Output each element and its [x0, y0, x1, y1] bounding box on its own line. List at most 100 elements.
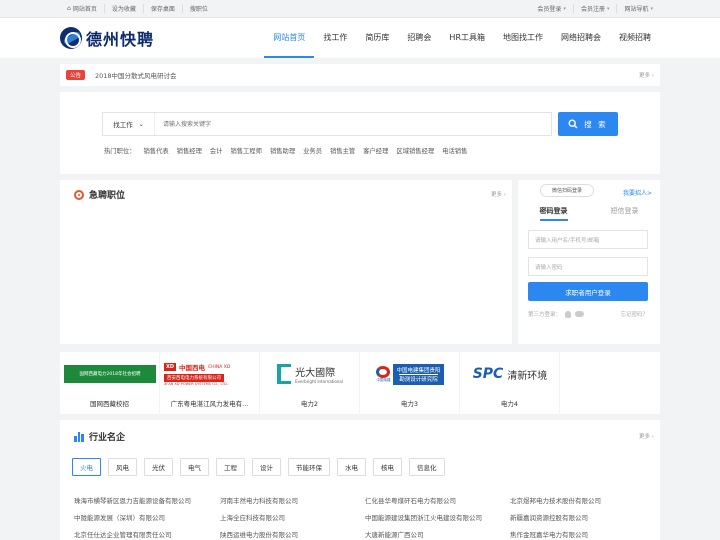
company-link[interactable]: 新疆嘉润资源控股有限公司: [510, 512, 588, 522]
tab-sms-login[interactable]: 短信登录: [611, 206, 639, 221]
search-icon: [568, 119, 578, 129]
site-nav-menu[interactable]: 网站导航 ▾: [616, 4, 660, 13]
jobseeker-login-button[interactable]: 求职者用户登录: [528, 282, 648, 301]
hot-job-link[interactable]: 销售助理: [270, 146, 295, 155]
hot-jobs-label: 热门职位：: [104, 148, 136, 155]
notice-bar: 公告 2018中国分散式风电研讨会 更多 ›: [60, 64, 660, 86]
company-link[interactable]: 北京煜邦电力技术股份有限公司: [510, 495, 601, 505]
company-name: 广东粤电湛江风力发电有...: [170, 400, 249, 408]
qr-login-button[interactable]: 微信扫码登录: [540, 184, 594, 197]
search-button[interactable]: 搜 索: [558, 112, 618, 136]
search-panel: 找工作 ⌄ 搜 索 热门职位： 销售代表 销售经理 会计 销售工程师 销售助理 …: [60, 92, 660, 174]
notice-more-link[interactable]: 更多 ›: [639, 71, 654, 79]
company-link[interactable]: 焦作金冠嘉华电力有限公司: [510, 529, 588, 539]
target-icon: [74, 189, 84, 200]
member-register-menu[interactable]: 会员注册 ▾: [572, 4, 617, 13]
company-logo: 光大國際 Everbright International: [264, 358, 356, 390]
tag-electrical[interactable]: 电气: [180, 458, 209, 476]
password-field[interactable]: 请输入密码: [528, 257, 648, 276]
company-link[interactable]: 北京任仕达企业管理有限责任公司: [74, 529, 172, 539]
qq-icon[interactable]: [565, 310, 572, 318]
company-logo: 中国电建 中国电建集团贵阳 勘测设计研究院: [364, 358, 456, 390]
tag-hydro[interactable]: 水电: [337, 458, 366, 476]
urgent-jobs-panel: 急聘职位 更多 ›: [60, 180, 512, 344]
member-login-menu[interactable]: 会员登录 ▾: [530, 4, 573, 14]
search-jobs-link[interactable]: 搜职位: [181, 4, 215, 13]
login-tabs: 密码登录 短信登录: [518, 206, 660, 221]
hot-job-link[interactable]: 电话销售: [442, 146, 467, 155]
company-card[interactable]: 光大國際 Everbright International 电力2: [260, 352, 360, 414]
company-name: 电力2: [300, 400, 319, 408]
company-card[interactable]: SPC 清新环境 电力4: [460, 352, 560, 414]
save-desktop-link[interactable]: 保存桌面: [142, 4, 182, 13]
hot-job-link[interactable]: 区域销售经理: [396, 146, 434, 155]
tag-engineering[interactable]: 工程: [216, 458, 245, 476]
notice-text[interactable]: 2018中国分散式风电研讨会: [95, 70, 177, 80]
tag-eco[interactable]: 节能环保: [288, 458, 330, 476]
company-link[interactable]: 河南丰然电力科技有限公司: [220, 495, 298, 505]
tag-solar[interactable]: 光伏: [144, 458, 173, 476]
tag-nuclear[interactable]: 核电: [373, 458, 402, 476]
company-card[interactable]: XD 中国西电 CHINA XD 西安西电电力系统有限公司 XI'AN XD P…: [160, 352, 260, 414]
main-nav: 网站首页 找工作 简历库 招聘会 HR工具箱 地图找工作 网络招聘会 视频招聘: [264, 18, 660, 58]
hot-job-link[interactable]: 会计: [210, 146, 223, 155]
tag-thermal[interactable]: 火电: [72, 458, 101, 476]
nav-resume[interactable]: 简历库: [356, 18, 398, 58]
industry-companies-panel: 行业名企 更多 › 火电 风电 光伏 电气 工程 设计 节能环保 水电 核电 信…: [60, 420, 660, 540]
urgent-more-link[interactable]: 更多 ›: [491, 190, 506, 198]
nav-home[interactable]: 网站首页: [264, 18, 315, 58]
forgot-password-link[interactable]: 忘记密码？: [620, 310, 648, 318]
tab-password-login[interactable]: 密码登录: [539, 206, 568, 221]
hot-job-link[interactable]: 客户经理: [363, 146, 388, 155]
hot-job-link[interactable]: 销售工程师: [230, 146, 261, 155]
hot-job-link[interactable]: 业务员: [303, 146, 322, 155]
company-link[interactable]: 上海全应科技有限公司: [220, 512, 285, 522]
chevron-down-icon: ▾: [650, 5, 653, 12]
company-card[interactable]: 中国电建 中国电建集团贵阳 勘测设计研究院 电力3: [360, 352, 460, 414]
tag-it[interactable]: 信息化: [409, 458, 445, 476]
nav-hr-tools[interactable]: HR工具箱: [440, 18, 494, 58]
building-icon: [74, 431, 85, 442]
logo-text: 德州快聘: [86, 30, 155, 49]
company-link[interactable]: 珠海市横琴新区恩力吉能源设备有限公司: [74, 495, 191, 505]
nav-online-fair[interactable]: 网络招聘会: [552, 18, 610, 58]
company-link[interactable]: 中国能源建设集团浙江火电建设有限公司: [365, 512, 482, 522]
hot-job-link[interactable]: 销售主管: [330, 146, 355, 155]
company-card[interactable]: 国网西藏电力2018年社会招聘 国网西藏校招: [60, 352, 160, 414]
company-logo: 国网西藏电力2018年社会招聘: [64, 358, 156, 390]
tag-design[interactable]: 设计: [252, 458, 281, 476]
search-input[interactable]: [155, 113, 551, 135]
top-utility-bar: ⌂ 网站首页 设为收藏 保存桌面 搜职位 会员登录 ▾ 会员注册 ▾ 网站导航 ▾: [0, 0, 720, 18]
tag-wind[interactable]: 风电: [108, 458, 137, 476]
home-link[interactable]: ⌂ 网站首页: [60, 4, 104, 13]
company-card-empty: [560, 352, 660, 414]
nav-job-fair[interactable]: 招聘会: [398, 18, 440, 58]
company-name: 电力4: [500, 400, 519, 408]
company-link[interactable]: 中陇能源发展（深圳）有限公司: [74, 512, 165, 522]
chevron-down-icon: ▾: [563, 5, 566, 12]
chevron-down-icon: ▾: [606, 5, 610, 12]
chevron-down-icon: ⌄: [138, 120, 144, 128]
hot-jobs: 热门职位： 销售代表 销售经理 会计 销售工程师 销售助理 业务员 销售主管 客…: [104, 146, 467, 155]
urgent-jobs-title: 急聘职位: [74, 188, 125, 201]
home-icon: ⌂: [67, 5, 71, 12]
company-link[interactable]: 大唐新能源广西公司: [365, 529, 424, 539]
username-field[interactable]: 请输入用户名/手机号/邮箱: [528, 230, 648, 249]
search-type-select[interactable]: 找工作 ⌄: [103, 113, 155, 135]
hot-job-link[interactable]: 销售经理: [177, 146, 202, 155]
hire-link[interactable]: 我要招人>: [623, 188, 652, 197]
site-logo[interactable]: 德州快聘: [60, 26, 154, 50]
industry-more-link[interactable]: 更多 ›: [639, 432, 654, 440]
nav-video-hiring[interactable]: 视频招聘: [610, 18, 660, 58]
hot-job-link[interactable]: 销售代表: [143, 146, 168, 155]
nav-find-job[interactable]: 找工作: [314, 18, 356, 58]
nav-map-jobs[interactable]: 地图找工作: [494, 18, 552, 58]
wechat-icon[interactable]: [575, 311, 585, 317]
company-link[interactable]: 仁化县华粤煤矸石电力有限公司: [365, 495, 456, 505]
industry-title: 行业名企: [74, 430, 125, 443]
notice-badge: 公告: [66, 70, 86, 80]
logo-icon: [60, 27, 82, 49]
company-logo: XD 中国西电 CHINA XD 西安西电电力系统有限公司 XI'AN XD P…: [164, 363, 231, 386]
company-link[interactable]: 陕西运维电力股份有限公司: [220, 529, 298, 539]
favorite-link[interactable]: 设为收藏: [103, 4, 143, 13]
